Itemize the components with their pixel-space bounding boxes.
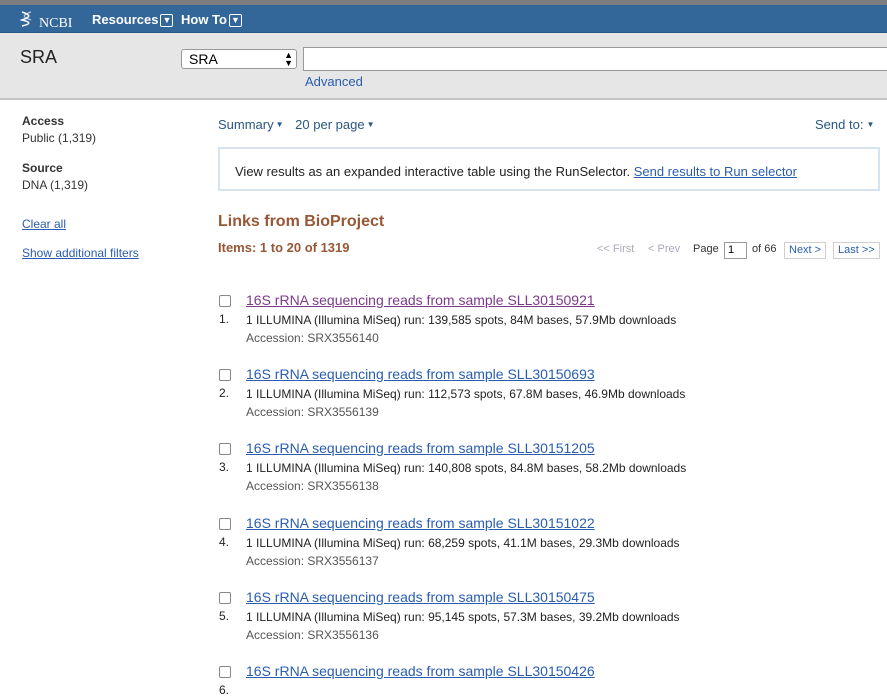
page-number-input[interactable]: 1	[724, 242, 747, 259]
result-number: 4.	[219, 535, 230, 549]
clear-all-link[interactable]: Clear all	[22, 217, 66, 231]
facet-item-public[interactable]: Public (1,319)	[22, 131, 96, 145]
result-number: 6.	[219, 683, 230, 697]
per-page-label: 20 per page	[295, 117, 365, 132]
summary-format-dropdown[interactable]: Summary ▼	[218, 117, 284, 132]
result-accession: Accession: SRX3556140	[246, 331, 379, 345]
page-total: of 66	[752, 243, 777, 255]
result-checkbox[interactable]	[219, 666, 231, 678]
howto-menu-label: How To	[181, 12, 227, 27]
runselector-banner: View results as an expanded interactive …	[218, 147, 880, 191]
per-page-dropdown[interactable]: 20 per page ▼	[295, 117, 374, 132]
send-to-label: Send to:	[815, 117, 864, 132]
resources-menu-label: Resources	[92, 12, 159, 27]
result-number: 3.	[219, 460, 230, 474]
resources-menu[interactable]: Resources ▼	[92, 12, 174, 27]
ncbi-logo[interactable]: NCBI	[19, 11, 73, 32]
result-title-link[interactable]: 16S rRNA sequencing reads from sample SL…	[246, 292, 595, 308]
prev-page-link: < Prev	[648, 243, 681, 255]
result-checkbox[interactable]	[219, 295, 231, 307]
facet-source: Source DNA (1,319)	[22, 161, 88, 192]
database-title: SRA	[20, 47, 58, 67]
facet-item-dna[interactable]: DNA (1,319)	[22, 178, 88, 192]
result-description: 1 ILLUMINA (Illumina MiSeq) run: 95,145 …	[246, 610, 680, 624]
page-label: Page	[693, 243, 719, 255]
result-checkbox[interactable]	[219, 369, 231, 381]
database-select[interactable]: SRA ▲ ▼	[181, 49, 297, 69]
result-title-link[interactable]: 16S rRNA sequencing reads from sample SL…	[246, 440, 595, 456]
ncbi-header: NCBI Resources ▼ How To ▼	[0, 5, 887, 33]
chevron-down-icon: ▼	[866, 120, 875, 129]
result-number: 5.	[219, 609, 230, 623]
advanced-search-link[interactable]: Advanced	[305, 74, 363, 89]
result-description: 1 ILLUMINA (Illumina MiSeq) run: 140,808…	[246, 461, 687, 475]
show-additional-filters-link[interactable]: Show additional filters	[22, 246, 139, 260]
display-toolbar: Summary ▼ 20 per page ▼	[218, 117, 375, 132]
result-accession: Accession: SRX3556139	[246, 405, 379, 419]
result-accession: Accession: SRX3556138	[246, 479, 379, 493]
result-checkbox[interactable]	[219, 592, 231, 604]
result-description: 1 ILLUMINA (Illumina MiSeq) run: 68,259 …	[246, 536, 680, 550]
next-page-button[interactable]: Next >	[784, 242, 827, 259]
runselector-text: View results as an expanded interactive …	[235, 164, 631, 179]
result-title-link[interactable]: 16S rRNA sequencing reads from sample SL…	[246, 663, 595, 679]
send-to-dropdown[interactable]: Send to: ▼	[815, 117, 874, 132]
result-number: 2.	[219, 386, 230, 400]
search-input[interactable]	[303, 47, 887, 71]
result-description: 1 ILLUMINA (Illumina MiSeq) run: 139,585…	[246, 313, 677, 327]
result-checkbox[interactable]	[219, 443, 231, 455]
send-to-run-selector-link[interactable]: Send results to Run selector	[634, 164, 797, 179]
result-checkbox[interactable]	[219, 518, 231, 530]
chevron-down-icon: ▼	[228, 14, 242, 27]
results-section-title: Links from BioProject	[218, 213, 385, 230]
result-title-link[interactable]: 16S rRNA sequencing reads from sample SL…	[246, 589, 595, 605]
result-number: 1.	[219, 312, 230, 326]
ncbi-brand-text: NCBI	[39, 16, 73, 31]
first-page-link: << First	[597, 243, 635, 255]
items-count: Items: 1 to 20 of 1319	[218, 240, 350, 255]
howto-menu[interactable]: How To ▼	[181, 12, 242, 27]
chevron-down-icon: ▼	[160, 14, 174, 27]
database-select-value: SRA	[189, 51, 218, 67]
last-page-button[interactable]: Last >>	[833, 242, 880, 259]
facet-heading: Access	[22, 114, 65, 128]
result-title-link[interactable]: 16S rRNA sequencing reads from sample SL…	[246, 515, 595, 531]
chevron-down-icon: ▼	[275, 120, 284, 129]
summary-label: Summary	[218, 117, 274, 132]
facet-access: Access Public (1,319)	[22, 114, 96, 145]
chevron-down-icon: ▼	[366, 120, 375, 129]
search-bar: SRA SRA ▲ ▼ Advanced	[0, 33, 887, 100]
result-accession: Accession: SRX3556137	[246, 554, 379, 568]
ncbi-helix-icon	[19, 11, 34, 32]
select-arrows-icon: ▲ ▼	[284, 50, 293, 68]
facet-heading: Source	[22, 161, 63, 175]
result-accession: Accession: SRX3556136	[246, 628, 379, 642]
result-title-link[interactable]: 16S rRNA sequencing reads from sample SL…	[246, 366, 595, 382]
result-description: 1 ILLUMINA (Illumina MiSeq) run: 112,573…	[246, 387, 686, 401]
